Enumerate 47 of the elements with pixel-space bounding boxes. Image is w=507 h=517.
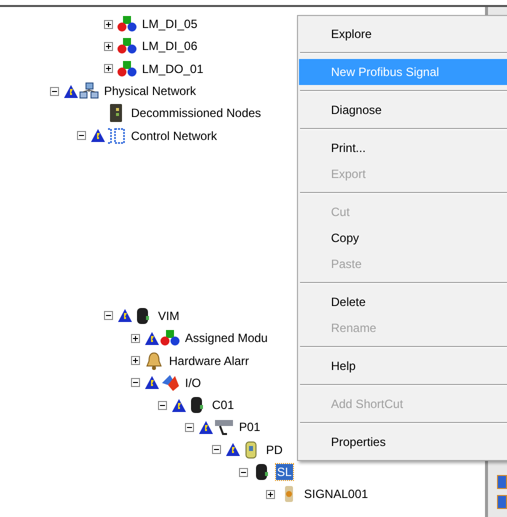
- tree-item[interactable]: Assigned Modu: [184, 330, 269, 346]
- menu-item[interactable]: Delete: [299, 289, 507, 315]
- tree-item[interactable]: C01: [211, 397, 236, 414]
- expand-button[interactable]: [266, 490, 275, 499]
- tree-item[interactable]: Physical Network: [103, 83, 198, 100]
- expand-button[interactable]: [104, 20, 113, 29]
- tree-item[interactable]: P01: [238, 419, 262, 436]
- menu-item[interactable]: Explore: [299, 21, 507, 47]
- expand-button[interactable]: [104, 42, 113, 51]
- expand-button[interactable]: [131, 334, 140, 343]
- bus-cable-icon: [214, 418, 234, 436]
- dotted-bracket-icon: [106, 126, 126, 145]
- square-icon: [497, 495, 507, 509]
- tree-item[interactable]: VIM: [157, 308, 180, 324]
- tree-item[interactable]: I/O: [184, 374, 202, 391]
- collapse-button[interactable]: [158, 400, 167, 410]
- colored-blocks-icon: [160, 329, 180, 348]
- network-icon: [79, 82, 99, 100]
- collapse-button[interactable]: [212, 445, 221, 454]
- tree-item[interactable]: LM_DO_01: [141, 60, 204, 77]
- square-icon: [497, 475, 507, 489]
- menu-item[interactable]: Copy: [299, 225, 507, 251]
- expand-button[interactable]: [131, 356, 140, 366]
- colored-blocks-icon: [117, 37, 137, 56]
- collapse-button[interactable]: [185, 422, 194, 432]
- colored-blocks-icon: [117, 15, 137, 34]
- collapse-button[interactable]: [104, 311, 113, 320]
- tree-item[interactable]: PD: [265, 442, 284, 458]
- expand-button[interactable]: [104, 64, 113, 74]
- collapse-button[interactable]: [77, 131, 86, 140]
- colored-blocks-icon: [117, 60, 137, 78]
- tree-item[interactable]: LM_DI_06: [141, 38, 198, 54]
- bell-icon: [144, 352, 164, 370]
- collapse-button[interactable]: [131, 378, 140, 388]
- tree-item[interactable]: Control Network: [130, 128, 218, 144]
- io-icon: [160, 374, 180, 392]
- tree-item[interactable]: Hardware Alarr: [168, 352, 250, 369]
- tree-item[interactable]: SIGNAL001: [303, 486, 370, 502]
- collapse-button[interactable]: [50, 86, 59, 96]
- menu-item[interactable]: Print...: [299, 135, 507, 161]
- collapse-button[interactable]: [239, 468, 248, 476]
- menu-item[interactable]: Properties: [299, 429, 507, 455]
- menu-item[interactable]: Help: [299, 353, 507, 379]
- tree-item[interactable]: SL: [276, 464, 293, 480]
- menu-item[interactable]: Diagnose: [299, 97, 507, 123]
- tree-item[interactable]: Decommissioned Nodes: [130, 105, 262, 122]
- tree-item[interactable]: LM_DI_05: [141, 16, 198, 32]
